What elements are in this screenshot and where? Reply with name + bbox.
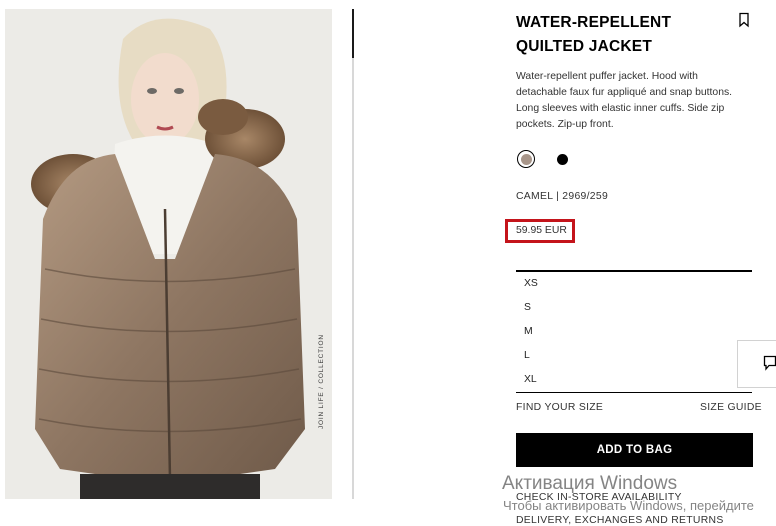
bookmark-icon[interactable] xyxy=(737,12,751,28)
add-to-bag-button[interactable]: ADD TO BAG xyxy=(516,433,753,467)
product-title: WATER-REPELLENT QUILTED JACKET xyxy=(516,14,672,55)
find-your-size-link[interactable]: FIND YOUR SIZE xyxy=(516,402,603,413)
product-image[interactable]: JOIN LIFE / COLLECTION xyxy=(5,9,332,499)
size-option-xs[interactable]: XS xyxy=(516,273,752,295)
scrollbar-thumb[interactable] xyxy=(352,9,354,58)
windows-activation-subtitle: Чтобы активировать Windows, перейдите xyxy=(503,498,754,513)
photo-credit: JOIN LIFE / COLLECTION xyxy=(318,334,325,429)
product-price: 59.95 EUR xyxy=(516,225,567,236)
color-swatch-camel[interactable] xyxy=(517,150,535,168)
size-guide-link[interactable]: SIZE GUIDE xyxy=(700,402,762,413)
color-swatch-black[interactable] xyxy=(553,150,571,168)
size-list-divider-top xyxy=(516,270,752,272)
size-option-m[interactable]: M xyxy=(516,321,752,343)
size-option-s[interactable]: S xyxy=(516,297,752,319)
product-description: Water-repellent puffer jacket. Hood with… xyxy=(516,71,733,130)
delivery-returns-link[interactable]: DELIVERY, EXCHANGES AND RETURNS xyxy=(516,515,724,526)
size-option-l[interactable]: L xyxy=(516,345,752,367)
windows-activation-title: Активация Windows xyxy=(502,473,678,494)
chat-button[interactable] xyxy=(737,340,776,388)
size-list-divider-bottom xyxy=(516,392,752,393)
image-scrollbar[interactable] xyxy=(352,9,354,499)
jacket-model-illustration: JOIN LIFE / COLLECTION xyxy=(5,9,332,499)
chat-icon xyxy=(763,355,776,371)
color-and-reference: CAMEL | 2969/259 xyxy=(516,191,609,202)
size-option-xl[interactable]: XL xyxy=(516,369,752,391)
